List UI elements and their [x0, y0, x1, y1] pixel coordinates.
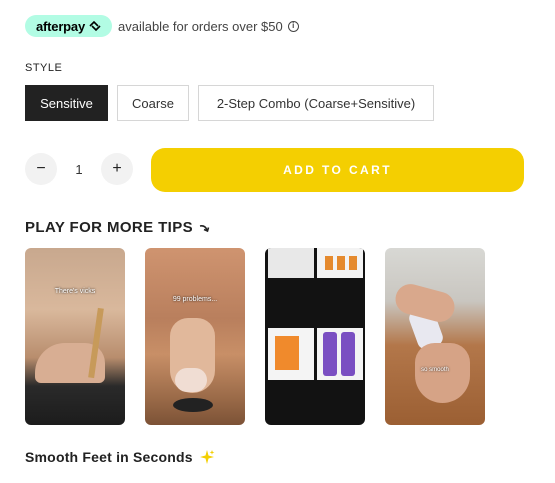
video-caption: There's vicks [54, 288, 96, 295]
sparkles-icon [199, 450, 215, 464]
video-thumbnail [173, 398, 213, 412]
video-caption: so smooth [421, 367, 449, 373]
tip-video-3[interactable] [265, 248, 365, 425]
video-thumbnail [337, 256, 345, 270]
quantity-value[interactable]: 1 [57, 162, 101, 177]
video-thumbnail [268, 248, 314, 278]
video-thumbnail [175, 368, 207, 392]
style-option-coarse[interactable]: Coarse [117, 85, 189, 121]
style-option-combo[interactable]: 2-Step Combo (Coarse+Sensitive) [198, 85, 434, 121]
decrease-quantity-button[interactable]: − [25, 153, 57, 185]
info-icon[interactable]: i [287, 20, 299, 32]
tip-video-2[interactable]: 99 problems... [145, 248, 245, 425]
video-thumbnail [392, 280, 458, 326]
tips-heading-text: PLAY FOR MORE TIPS [25, 219, 194, 236]
bottom-heading: Smooth Feet in Seconds [25, 449, 215, 465]
add-to-cart-button[interactable]: ADD TO CART [151, 148, 524, 192]
video-thumbnail [323, 332, 337, 376]
afterpay-brand-text: afterpay [36, 18, 85, 34]
bottom-heading-text: Smooth Feet in Seconds [25, 449, 193, 465]
afterpay-logo[interactable]: afterpay [25, 15, 112, 37]
video-thumbnail [349, 256, 357, 270]
video-caption: 99 problems... [172, 296, 218, 303]
video-thumbnail [275, 336, 299, 370]
quantity-stepper: − 1 + [25, 153, 133, 185]
style-options: Sensitive Coarse 2-Step Combo (Coarse+Se… [25, 85, 434, 121]
style-label: STYLE [25, 62, 63, 74]
tip-video-4[interactable]: so smooth [385, 248, 485, 425]
afterpay-message: available for orders over $50 i [118, 19, 299, 34]
afterpay-message-text: available for orders over $50 [117, 18, 283, 34]
tips-video-row: There's vicks 99 problems... so smooth [25, 248, 485, 425]
video-thumbnail [415, 343, 470, 403]
afterpay-row: afterpay available for orders over $50 i [25, 15, 299, 37]
tip-video-1[interactable]: There's vicks [25, 248, 125, 425]
curved-arrow-icon [199, 224, 210, 232]
afterpay-loop-icon [89, 21, 101, 31]
video-thumbnail [325, 256, 333, 270]
tips-heading: PLAY FOR MORE TIPS [25, 219, 211, 236]
increase-quantity-button[interactable]: + [101, 153, 133, 185]
style-option-sensitive[interactable]: Sensitive [25, 85, 108, 121]
video-thumbnail [341, 332, 355, 376]
